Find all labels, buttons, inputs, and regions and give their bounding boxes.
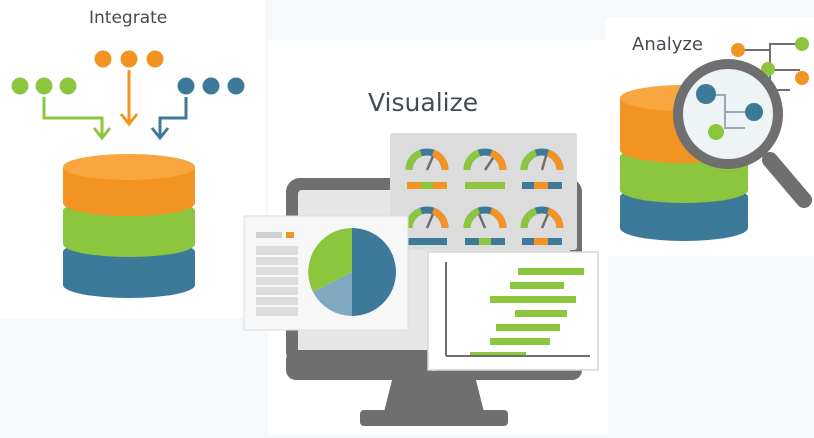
visualize-graphic xyxy=(243,133,599,426)
blue-dots-icon xyxy=(177,77,245,95)
blue-arrow-icon xyxy=(158,97,188,136)
database-icon xyxy=(63,154,195,298)
analyze-graphic xyxy=(620,37,812,241)
dashboard-card-icon xyxy=(390,133,577,250)
illustration xyxy=(11,37,812,426)
pie-chart-icon xyxy=(308,228,396,316)
green-dots-icon xyxy=(11,77,77,95)
pie-chart-card xyxy=(243,215,409,331)
integrate-graphic xyxy=(11,50,245,298)
green-arrow-icon xyxy=(42,97,104,136)
orange-dots-icon xyxy=(94,50,164,68)
bar-chart-card xyxy=(427,251,599,371)
